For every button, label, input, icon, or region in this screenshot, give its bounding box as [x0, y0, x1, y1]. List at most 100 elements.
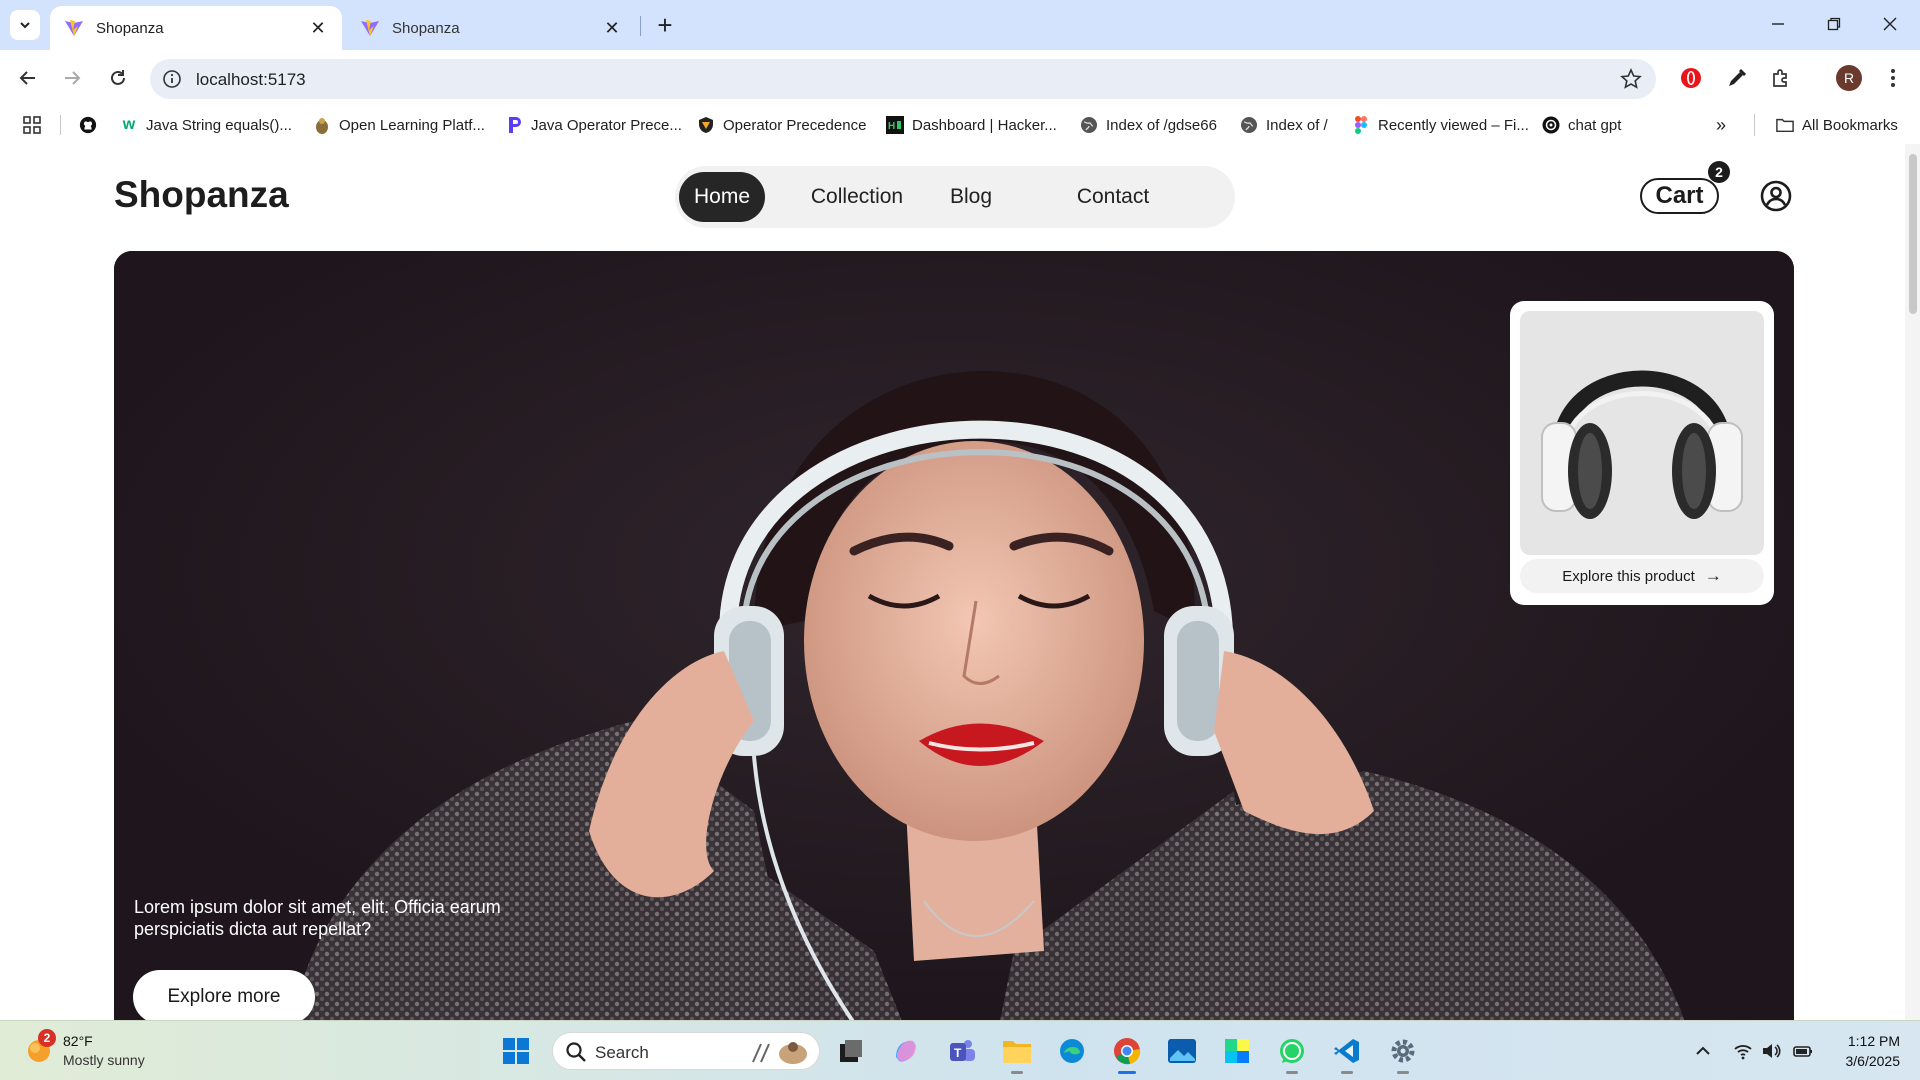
hero-description: Lorem ipsum dolor sit amet, elit. Offici…: [134, 897, 501, 939]
chevron-up-icon[interactable]: [1693, 1041, 1713, 1061]
bookmarks-bar: w Java String equals()... Open Learning …: [0, 106, 1920, 144]
java-operator-icon: [505, 116, 523, 134]
tab-shopanza[interactable]: Shopanza ✕: [346, 6, 636, 50]
pycharm-button[interactable]: [1220, 1034, 1254, 1068]
bookmarks-divider: [60, 115, 61, 135]
bookmark-chat-gpt[interactable]: chat gpt: [1542, 114, 1621, 136]
open-learning-icon: [313, 116, 331, 134]
search-label: Search: [595, 1043, 649, 1062]
running-indicator: [1118, 1071, 1136, 1074]
nav-collection[interactable]: Collection: [802, 172, 912, 222]
teams-button[interactable]: T: [945, 1034, 979, 1068]
bookmark-figma[interactable]: Recently viewed – Fi...: [1352, 114, 1529, 136]
w3schools-icon: w: [122, 116, 136, 133]
extensions-button[interactable]: [1766, 63, 1796, 93]
bookmark-label: Operator Precedence: [723, 116, 867, 134]
edge-button[interactable]: [1055, 1034, 1089, 1068]
photos-app-button[interactable]: [1165, 1034, 1199, 1068]
apps-button[interactable]: [22, 114, 42, 136]
taskbar-search[interactable]: Search: [552, 1032, 820, 1070]
close-tab-icon[interactable]: ✕: [602, 18, 622, 38]
all-bookmarks-button[interactable]: All Bookmarks: [1776, 114, 1898, 136]
search-highlight-icon: [752, 1042, 807, 1064]
new-tab-button[interactable]: +: [650, 10, 680, 40]
user-account-icon[interactable]: [1760, 180, 1792, 212]
gear-icon: [1391, 1039, 1415, 1063]
globe-icon: [1240, 116, 1258, 134]
start-button[interactable]: [499, 1034, 533, 1068]
back-button[interactable]: [12, 62, 44, 94]
bookmark-open-learning[interactable]: Open Learning Platf...: [313, 114, 485, 136]
tab-title: Shopanza: [96, 19, 164, 37]
bookmark-label: Dashboard | Hacker...: [912, 116, 1057, 134]
vscode-button[interactable]: [1330, 1034, 1364, 1074]
bookmark-index-root[interactable]: Index of /: [1240, 114, 1328, 136]
whatsapp-button[interactable]: [1275, 1034, 1309, 1074]
bookmark-index-gdse66[interactable]: Index of /gdse66: [1080, 114, 1217, 136]
opera-extension-button[interactable]: [1676, 63, 1706, 93]
vscode-icon: [1334, 1039, 1359, 1063]
tab-shopanza-active[interactable]: Shopanza ✕: [50, 6, 342, 50]
chevron-down-icon: [20, 22, 30, 29]
close-tab-icon[interactable]: ✕: [308, 18, 328, 38]
nav-blog[interactable]: Blog: [941, 172, 1001, 222]
bookmark-java-string-equals[interactable]: w Java String equals()...: [120, 114, 292, 136]
puzzle-icon: [1773, 69, 1787, 87]
profile-button[interactable]: R: [1834, 63, 1864, 93]
bookmark-hackerrank[interactable]: H Dashboard | Hacker...: [886, 114, 1057, 136]
globe-icon: [1080, 116, 1098, 134]
address-bar[interactable]: localhost:5173: [150, 59, 1656, 99]
vite-icon: [65, 20, 83, 36]
explore-more-button[interactable]: Explore more: [133, 970, 315, 1020]
product-image[interactable]: [1520, 311, 1764, 555]
wifi-icon[interactable]: [1733, 1041, 1753, 1061]
avatar: R: [1836, 65, 1862, 91]
forward-button[interactable]: [56, 62, 88, 94]
copilot-button[interactable]: [889, 1034, 923, 1068]
cart-button[interactable]: Cart: [1640, 178, 1719, 214]
search-icon: [566, 1042, 586, 1062]
file-explorer-button[interactable]: [1000, 1034, 1034, 1074]
featured-product-card: Explore this product →: [1510, 301, 1774, 605]
bookmark-star-icon[interactable]: [1620, 68, 1642, 90]
nav-home[interactable]: Home: [679, 172, 765, 222]
bookmark-label: Java Operator Prece...: [531, 116, 682, 134]
bookmark-operator-precedence[interactable]: Operator Precedence: [697, 114, 866, 136]
reload-button[interactable]: [102, 62, 134, 94]
bookmark-label: Java String equals()...: [146, 116, 292, 134]
bookmark-github[interactable]: [79, 114, 105, 136]
scrollbar-thumb[interactable]: [1909, 154, 1917, 314]
bookmarks-divider: [1754, 114, 1755, 136]
volume-icon[interactable]: [1761, 1041, 1781, 1061]
eyedropper-icon: [1729, 68, 1747, 86]
tab-divider: [640, 16, 641, 36]
pycharm-icon: [1225, 1039, 1249, 1063]
page-scrollbar[interactable]: [1905, 144, 1920, 1020]
close-window-button[interactable]: [1862, 0, 1918, 48]
task-view-button[interactable]: [834, 1034, 868, 1068]
arrow-right-icon: [65, 71, 81, 85]
explore-product-button[interactable]: Explore this product →: [1520, 559, 1764, 593]
main-navigation: Home Collection Blog Contact: [675, 166, 1235, 228]
reload-icon: [111, 70, 125, 85]
vite-icon: [361, 20, 379, 36]
browser-menu-button[interactable]: [1878, 63, 1908, 93]
site-logo[interactable]: Shopanza: [114, 174, 289, 216]
site-info-icon[interactable]: [162, 69, 182, 89]
restore-window-button[interactable]: [1806, 0, 1862, 48]
settings-button[interactable]: [1386, 1034, 1420, 1074]
color-picker-extension-button[interactable]: [1722, 63, 1752, 93]
nav-contact[interactable]: Contact: [1068, 172, 1158, 222]
running-indicator: [1011, 1071, 1023, 1074]
chrome-button[interactable]: [1110, 1034, 1144, 1074]
more-bookmarks-button[interactable]: »: [1716, 114, 1726, 136]
bookmark-label: Index of /: [1266, 116, 1328, 134]
bookmark-java-operator[interactable]: Java Operator Prece...: [505, 114, 682, 136]
tab-search-button[interactable]: [10, 10, 40, 40]
minimize-window-button[interactable]: [1750, 0, 1806, 48]
photos-icon: [1168, 1039, 1196, 1063]
opera-icon: [1681, 68, 1701, 88]
running-indicator: [1397, 1071, 1409, 1074]
battery-icon[interactable]: [1793, 1041, 1813, 1061]
chatgpt-icon: [1542, 116, 1560, 134]
